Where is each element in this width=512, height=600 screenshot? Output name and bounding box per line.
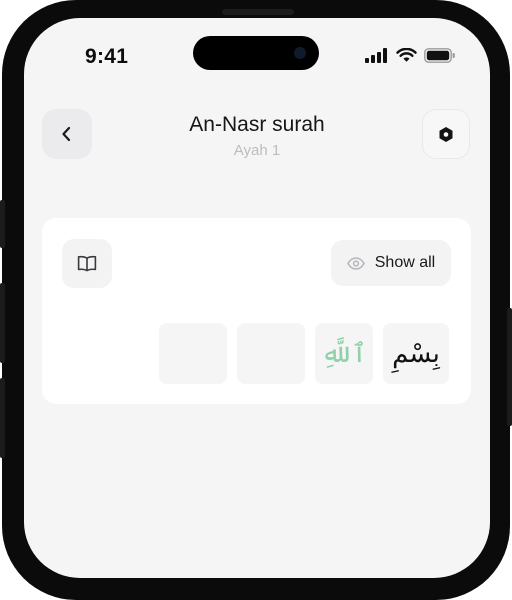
- settings-hexagon-icon: [439, 126, 453, 142]
- book-icon: [77, 255, 97, 272]
- word-tile-allah[interactable]: ٱللَّهِ: [315, 323, 373, 384]
- ayah-card: Show all ٱللَّهِ بِسْمِ: [42, 218, 471, 404]
- show-all-button[interactable]: Show all: [331, 240, 451, 286]
- word-tiles: ٱللَّهِ بِسْمِ: [159, 323, 449, 384]
- screen: 9:41 An-Nasr surah Ayah 1 Show all ٱللَّ…: [24, 18, 490, 578]
- wifi-icon: [396, 48, 417, 62]
- page-title: An-Nasr surah: [189, 113, 325, 136]
- volume-down-button: [0, 378, 5, 458]
- speaker-grille: [222, 9, 294, 15]
- settings-button[interactable]: [422, 109, 470, 159]
- show-all-label: Show all: [374, 254, 436, 271]
- volume-up-button: [0, 283, 5, 363]
- cellular-signal-icon: [365, 48, 387, 63]
- word-tile-empty[interactable]: [237, 323, 305, 384]
- word-tile-empty[interactable]: [159, 323, 227, 384]
- word-tile-bismi[interactable]: بِسْمِ: [383, 323, 449, 384]
- action-button: [0, 200, 5, 248]
- power-button: [507, 308, 512, 426]
- ayah-subtitle: Ayah 1: [233, 142, 281, 159]
- status-time: 9:41: [85, 45, 129, 68]
- dynamic-island: [193, 36, 319, 70]
- camera-icon: [294, 47, 306, 59]
- eye-icon: [346, 256, 365, 270]
- book-button[interactable]: [62, 239, 112, 288]
- battery-icon: [424, 48, 455, 63]
- status-icons: [365, 48, 456, 63]
